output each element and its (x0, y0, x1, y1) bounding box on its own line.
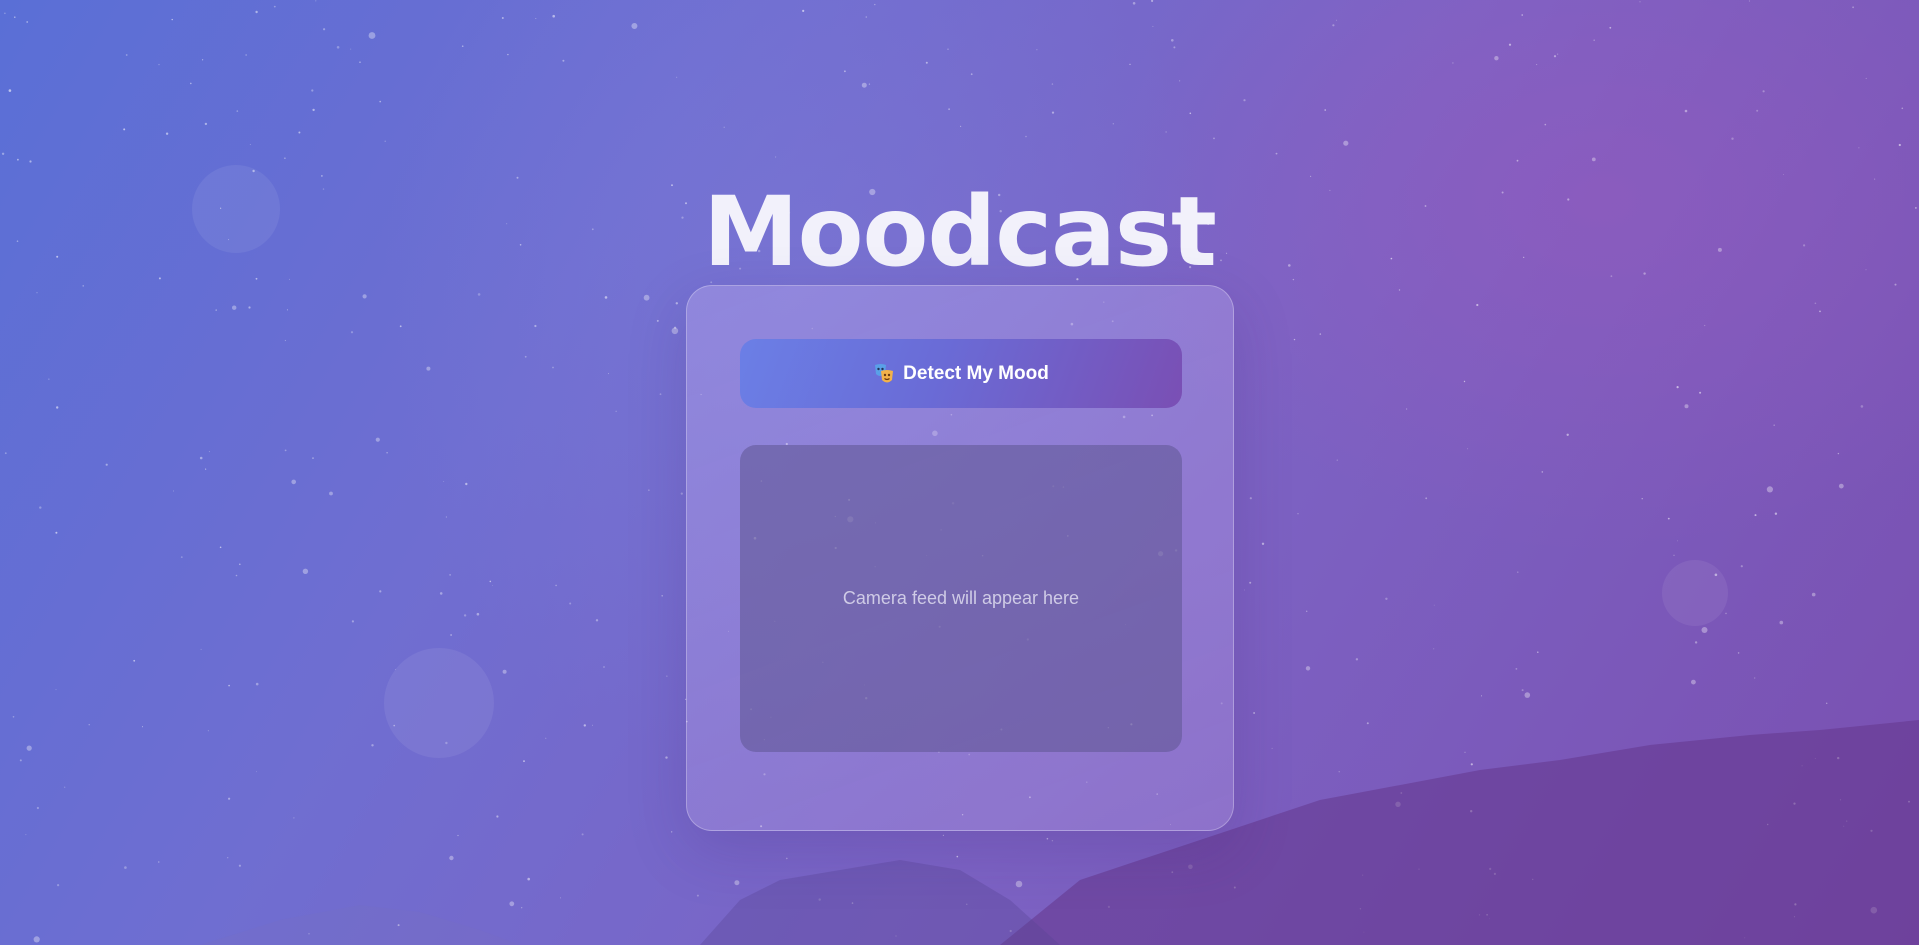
detect-mood-label: Detect My Mood (903, 362, 1049, 384)
decorative-bubble (384, 648, 494, 758)
detect-mood-button[interactable]: Detect My Mood (740, 339, 1182, 408)
mood-card: Detect My Mood Camera feed will appear h… (686, 285, 1234, 831)
app-title: Moodcast (703, 176, 1217, 289)
camera-placeholder-text: Camera feed will appear here (842, 588, 1080, 608)
theater-masks-icon (873, 362, 895, 386)
decorative-bubble (1662, 560, 1728, 626)
camera-feed-area: Camera feed will appear here (740, 445, 1182, 752)
